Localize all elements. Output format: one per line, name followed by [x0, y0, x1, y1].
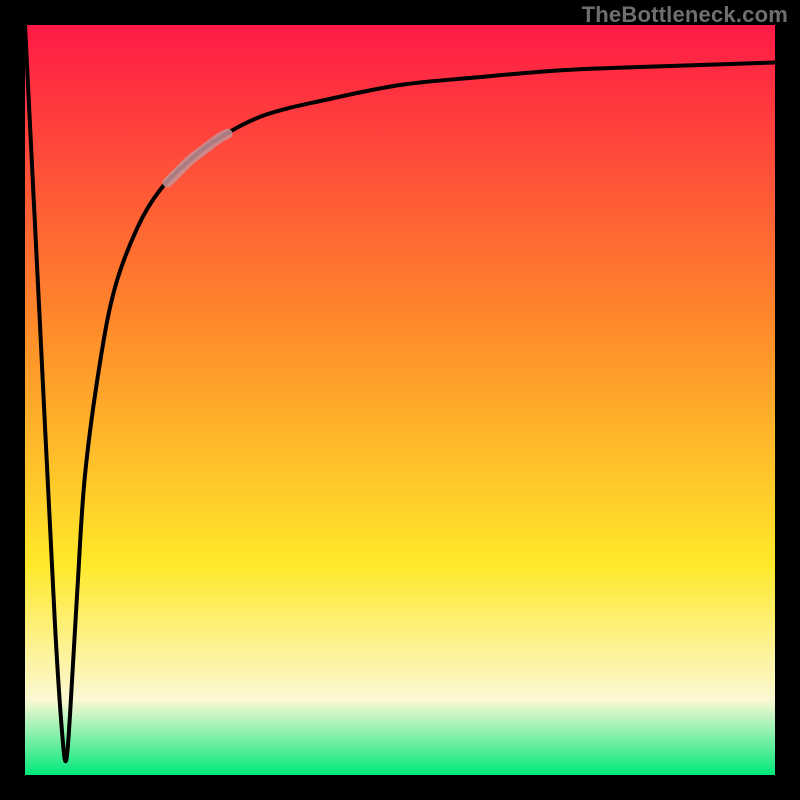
- plot-svg: [25, 25, 775, 775]
- plot-area: [25, 25, 775, 775]
- gradient-background: [25, 25, 775, 775]
- chart-frame: TheBottleneck.com: [0, 0, 800, 800]
